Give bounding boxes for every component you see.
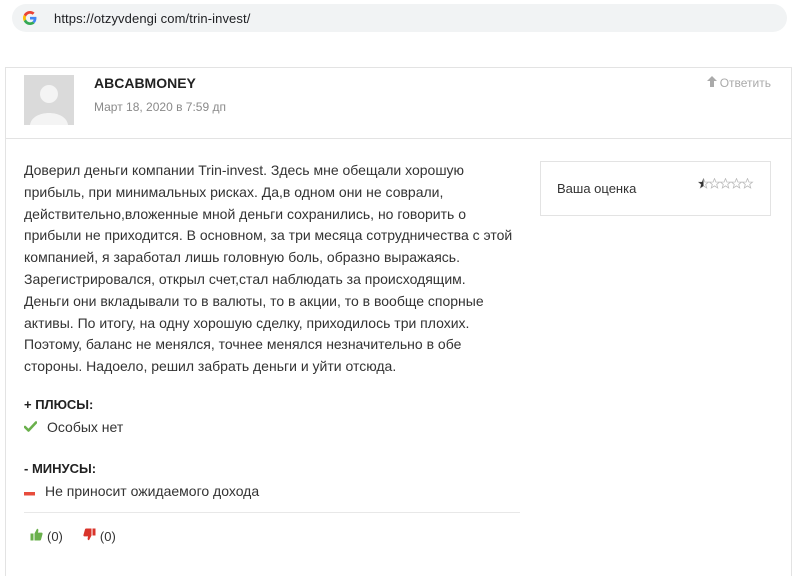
star-rating[interactable] (698, 178, 754, 189)
star-icon[interactable] (698, 178, 709, 189)
comment-author[interactable]: ABCABMONEY (94, 75, 196, 91)
divider (24, 512, 520, 513)
cons-title: - МИНУСЫ: (24, 461, 97, 476)
comment-card: ABCABMONEY Март 18, 2020 в 7:59 дп Ответ… (5, 67, 792, 576)
reply-label: Ответить (719, 76, 771, 90)
vote-bar: (0) (0) (30, 528, 116, 544)
dislike-count: (0) (99, 528, 116, 544)
star-icon[interactable] (709, 178, 720, 189)
google-g-icon (22, 10, 38, 26)
address-bar[interactable]: https://otzyvdengi com/trin-invest/ (12, 4, 787, 32)
check-icon (23, 419, 38, 435)
arrow-up-icon (706, 76, 717, 90)
review-text: Доверил деньги компании Trin-invest. Зде… (24, 162, 513, 375)
reply-button[interactable]: Ответить (706, 76, 771, 90)
thumbs-down-icon (83, 528, 96, 544)
url-text[interactable]: https://otzyvdengi com/trin-invest/ (54, 11, 250, 26)
pros-item: Особых нет (23, 419, 124, 435)
cons-item-text: Не приносит ожидаемого дохода (45, 483, 260, 499)
thumbs-up-icon (30, 528, 43, 544)
minus-icon (24, 483, 35, 499)
star-icon[interactable] (731, 178, 742, 189)
rating-box: Ваша оценка (540, 161, 771, 216)
like-button[interactable]: (0) (30, 528, 63, 544)
default-avatar-icon (24, 75, 74, 125)
star-icon[interactable] (720, 178, 731, 189)
star-icon[interactable] (742, 178, 753, 189)
comment-header: ABCABMONEY Март 18, 2020 в 7:59 дп Ответ… (6, 68, 791, 139)
pros-title: + ПЛЮСЫ: (24, 397, 94, 412)
pros-item-text: Особых нет (47, 419, 124, 435)
rating-label: Ваша оценка (557, 181, 637, 196)
like-count: (0) (47, 528, 63, 544)
comment-date[interactable]: Март 18, 2020 в 7:59 дп (94, 100, 226, 114)
dislike-button[interactable]: (0) (83, 528, 116, 544)
cons-item: Не приносит ожидаемого дохода (24, 483, 259, 499)
